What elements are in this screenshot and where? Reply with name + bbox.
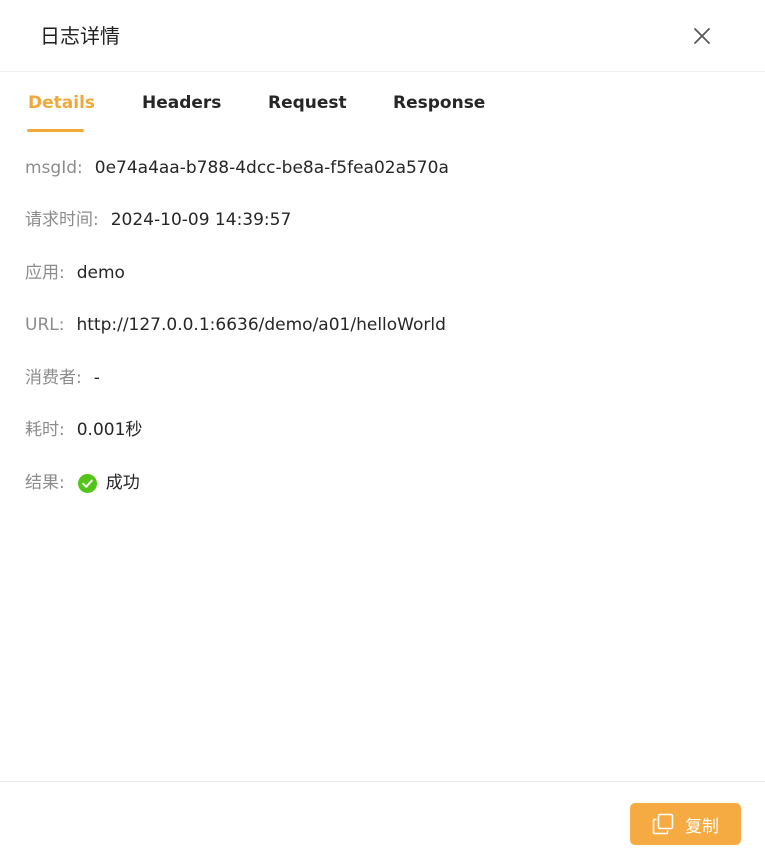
copy-button-label: 复制: [685, 816, 719, 837]
check-circle-icon: [77, 473, 97, 493]
request-time-label: 请求时间:: [25, 210, 99, 230]
tab-details[interactable]: Details: [28, 91, 95, 115]
dialog-footer: 复制: [0, 781, 765, 853]
detail-row-request-time: 请求时间: 2024-10-09 14:39:57: [25, 208, 291, 232]
tab-request[interactable]: Request: [268, 91, 347, 115]
detail-row-app: 应用: demo: [25, 261, 125, 285]
tab-headers[interactable]: Headers: [142, 91, 221, 115]
consumer-label: 消费者:: [25, 368, 82, 388]
result-value: 成功: [105, 473, 140, 493]
close-button[interactable]: [687, 21, 717, 51]
detail-row-duration: 耗时: 0.001秒: [25, 418, 142, 442]
copy-icon: [652, 813, 674, 835]
detail-row-msgid: msgId: 0e74a4aa-b788-4dcc-be8a-f5fea02a5…: [25, 156, 449, 180]
active-tab-indicator: [27, 129, 84, 132]
url-label: URL:: [25, 315, 65, 335]
request-time-value: 2024-10-09 14:39:57: [110, 210, 292, 230]
detail-row-url: URL: http://127.0.0.1:6636/demo/a01/hell…: [25, 313, 446, 337]
app-value: demo: [76, 263, 125, 283]
log-detail-dialog: 日志详情 Details Headers Request Response ms…: [0, 0, 765, 853]
dialog-title: 日志详情: [40, 24, 120, 48]
result-label: 结果:: [25, 473, 65, 493]
url-value: http://127.0.0.1:6636/demo/a01/helloWorl…: [76, 315, 446, 335]
dialog-header: 日志详情: [0, 0, 765, 72]
app-label: 应用:: [25, 263, 65, 283]
duration-value: 0.001秒: [76, 420, 143, 440]
copy-button[interactable]: 复制: [630, 803, 741, 845]
duration-label: 耗时:: [25, 420, 65, 440]
msgid-label: msgId:: [25, 158, 83, 178]
tab-response[interactable]: Response: [393, 91, 485, 115]
detail-row-consumer: 消费者: -: [25, 366, 100, 390]
msgid-value: 0e74a4aa-b788-4dcc-be8a-f5fea02a570a: [94, 158, 449, 178]
detail-row-result: 结果: 成功: [25, 471, 140, 495]
close-icon: [694, 28, 710, 44]
consumer-value: -: [93, 368, 100, 388]
